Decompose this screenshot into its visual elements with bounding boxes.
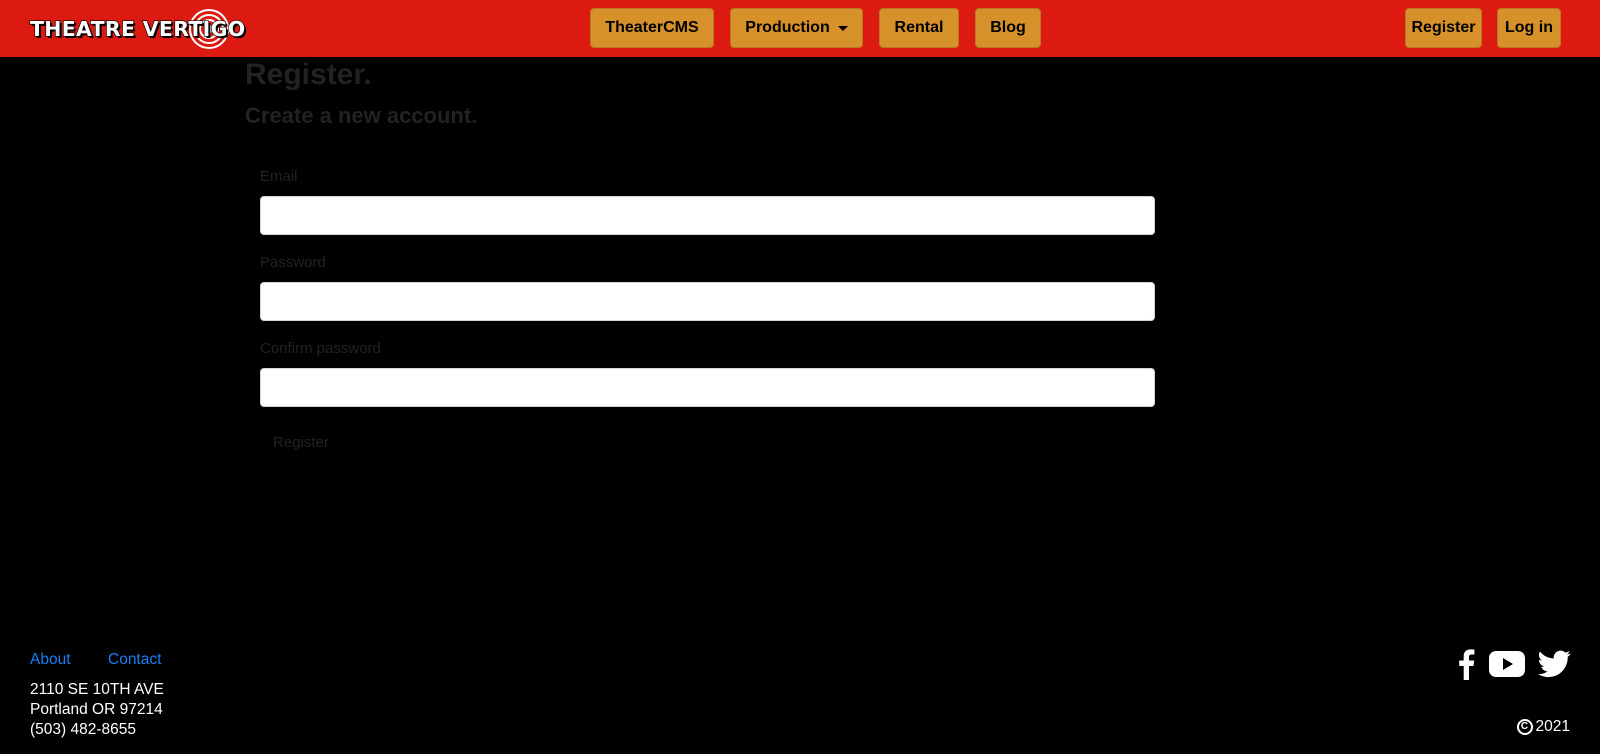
nav-theatercms-button[interactable]: TheaterCMS: [590, 8, 714, 48]
copyright-year: 2021: [1535, 718, 1570, 735]
top-navbar: THEATRE VERTIGO TheaterCMS Production Re…: [0, 0, 1600, 57]
twitter-icon[interactable]: [1537, 647, 1571, 681]
confirm-password-label: Confirm password: [260, 340, 381, 357]
footer-contact-link[interactable]: Contact: [108, 651, 161, 669]
header-register-label: Register: [1411, 19, 1476, 36]
address-street: 2110 SE 10TH AVE: [30, 681, 164, 698]
header-register-button[interactable]: Register: [1405, 8, 1482, 48]
footer-about-link[interactable]: About: [30, 651, 71, 669]
facebook-icon[interactable]: [1455, 647, 1477, 681]
nav-theatercms-label: TheaterCMS: [605, 19, 699, 36]
youtube-icon[interactable]: [1488, 647, 1526, 681]
chevron-down-icon: [837, 26, 848, 31]
page-subtitle: Create a new account.: [245, 103, 478, 128]
copyright-icon: C: [1516, 719, 1533, 735]
header-login-label: Log in: [1505, 19, 1553, 36]
nav-production-label: Production: [745, 19, 830, 36]
address-phone: (503) 482-8655: [30, 721, 136, 738]
theatre-vertigo-logo[interactable]: THEATRE VERTIGO: [29, 8, 246, 50]
address-city: Portland OR 97214: [30, 701, 163, 718]
nav-rental-label: Rental: [894, 19, 944, 36]
nav-blog-button[interactable]: Blog: [975, 8, 1041, 48]
register-submit-button[interactable]: Register: [260, 428, 340, 456]
nav-rental-button[interactable]: Rental: [879, 8, 959, 48]
copyright: C 2021: [1516, 718, 1570, 736]
confirm-password-field[interactable]: [260, 368, 1155, 407]
nav-blog-label: Blog: [990, 19, 1026, 36]
header-login-button[interactable]: Log in: [1497, 8, 1561, 48]
email-label: Email: [260, 168, 298, 185]
logo-text: THEATRE VERTIGO: [29, 16, 246, 41]
email-field[interactable]: [260, 196, 1155, 235]
nav-production-dropdown[interactable]: Production: [730, 8, 863, 48]
page-title: Register.: [245, 58, 372, 91]
password-field[interactable]: [260, 282, 1155, 321]
password-label: Password: [260, 254, 326, 271]
